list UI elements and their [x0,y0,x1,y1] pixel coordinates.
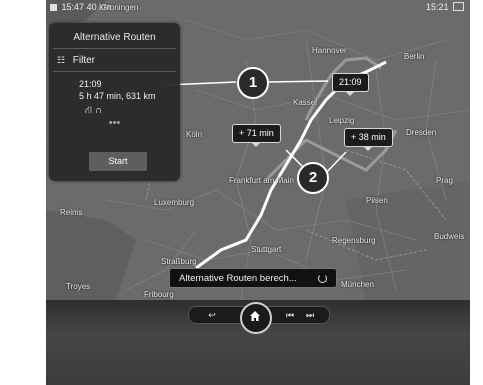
city-label: Kassel [293,98,318,107]
city-label: Budweis [434,232,465,241]
navigation-screen: 15:47 40 km 15:21 Groningen Hannover Ber… [46,0,470,385]
route-arrival-time: 21:09 [79,79,102,89]
filter-button[interactable]: ☷ Filter [49,49,180,71]
status-time: 15:47 [61,2,85,12]
more-options-icon[interactable]: ••• [49,118,180,129]
city-label: Pilsen [366,196,388,205]
filter-icon: ☷ [57,55,66,65]
city-label: Groningen [101,3,139,12]
filter-label: Filter [72,55,96,66]
city-label: Stuttgart [251,245,282,254]
route-duration-distance: 5 h 47 min, 631 km [79,91,156,101]
next-icon[interactable]: ⏭ [301,308,319,322]
route-option[interactable]: 21:09 5 h 47 min, 631 km ⛙∩ ••• [49,72,180,129]
alt-route-bubble[interactable]: + 38 min [344,128,393,151]
city-label: Straßburg [161,257,197,266]
status-clock: 15:21 [425,2,449,12]
flag-icon [50,4,57,11]
callout-number-1: 1 [237,67,269,99]
callout-number-2: 2 [297,162,329,194]
city-label: Regensburg [332,236,376,245]
home-icon [250,311,260,321]
city-label: Frankfurt am Main [229,176,294,185]
city-label: Dresden [406,128,437,137]
calculating-routes-toast: Alternative Routen berech... [169,268,337,288]
city-label: Leipzig [329,116,355,125]
city-label: Hannover [312,46,347,55]
spinner-icon [318,274,327,283]
city-label: Berlin [404,52,425,61]
navigation-status-icon [453,2,464,11]
city-label: Reims [60,208,83,217]
city-label: München [341,280,374,289]
city-label: Troyes [66,282,91,291]
toast-text: Alternative Routen berech... [179,273,297,284]
motorway-icon: ⛙ [85,105,96,116]
alternative-routes-panel: Alternative Routen ☷ Filter 21:09 5 h 47… [49,23,180,181]
city-label: Luxemburg [154,198,195,207]
tunnel-icon: ∩ [95,105,106,116]
panel-title: Alternative Routen [73,32,156,43]
previous-icon[interactable]: ⏮ [281,308,299,322]
back-icon[interactable]: ↩ [203,308,221,322]
status-right: 15:21 [426,2,464,12]
alt-route-bubble[interactable]: + 71 min [232,124,281,147]
city-label: Fribourg [144,290,174,299]
start-button[interactable]: Start [89,152,147,171]
route-time-bubble[interactable]: 21:09 [332,73,369,96]
city-label: Prag [436,176,453,185]
city-label: Köln [186,130,203,139]
home-button[interactable] [240,302,272,334]
